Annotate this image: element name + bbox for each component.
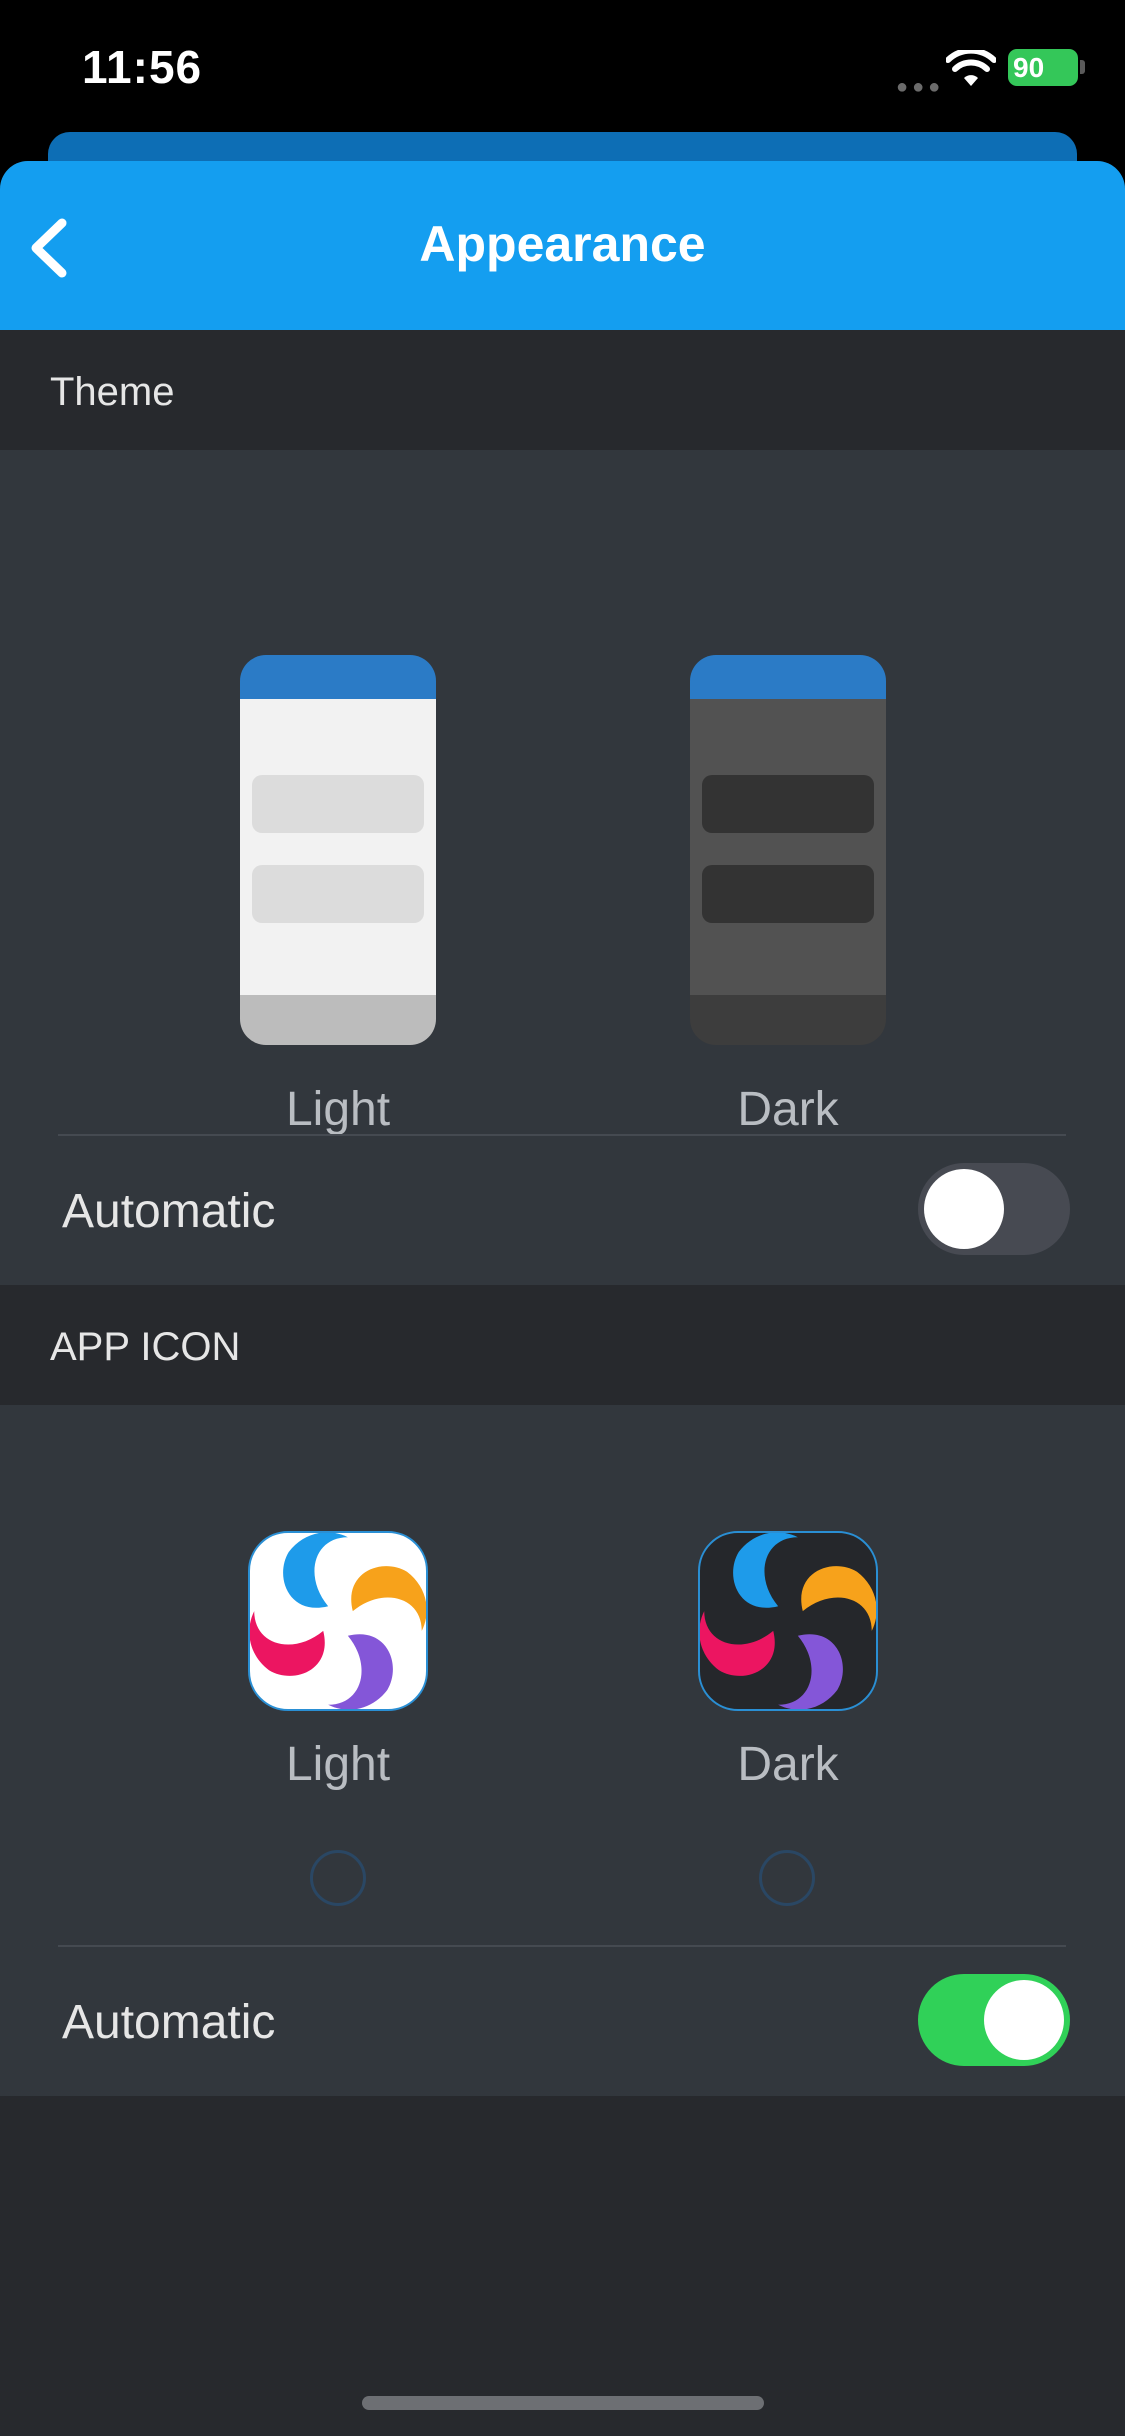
wifi-icon [946,50,996,86]
icon-automatic-label: Automatic [62,1996,276,2049]
preview-card [252,865,424,923]
icon-automatic-toggle[interactable] [918,1974,1070,2066]
preview-card [702,865,874,923]
preview-body [240,699,436,995]
home-indicator[interactable] [362,2396,764,2410]
nav-bar: Appearance [0,161,1125,330]
toggle-knob [984,1980,1064,2060]
preview-header [240,655,436,699]
app-logo-icon [250,1533,426,1709]
page-title: Appearance [419,216,706,272]
light-icon-radio[interactable] [310,1850,366,1906]
theme-section-title: Theme [50,370,175,414]
appearance-sheet: Appearance Theme Light Dark Automatic AP… [0,161,1125,2436]
dark-icon-radio[interactable] [759,1850,815,1906]
theme-automatic-toggle[interactable] [918,1163,1070,1255]
preview-header [690,655,886,699]
app-icon-section-title: APP ICON [50,1325,241,1369]
preview-footer [240,995,436,1045]
light-app-icon[interactable] [248,1531,428,1711]
preview-body [690,699,886,995]
dark-theme-label: Dark [737,1083,839,1136]
theme-automatic-row: Automatic [0,1134,1125,1285]
preview-card [702,775,874,833]
battery-level: 90 [1013,52,1045,83]
divider [58,1945,1066,1947]
status-time: 11:56 [82,41,203,93]
battery-icon: 90 [1008,49,1078,86]
screen: 11:56 ●●● 90 Appearance Theme Light Dark… [0,0,1125,2436]
divider [58,1134,1066,1136]
light-theme-label: Light [285,1083,391,1136]
dark-icon-label: Dark [737,1738,839,1791]
theme-automatic-label: Automatic [62,1185,276,1238]
theme-section-header: Theme [0,330,1125,450]
cellular-signal-icon: ●●● [896,76,945,98]
dark-theme-preview[interactable] [690,655,886,1045]
light-theme-preview[interactable] [240,655,436,1045]
light-icon-label: Light [285,1738,391,1791]
app-logo-icon [700,1533,876,1709]
app-icon-section-header: APP ICON [0,1285,1125,1405]
preview-card [252,775,424,833]
status-bar: 11:56 ●●● 90 [0,0,1125,135]
app-icon-section: Light Dark Automatic [0,1405,1125,2096]
battery-cap [1080,60,1085,74]
dark-app-icon[interactable] [698,1531,878,1711]
toggle-knob [924,1169,1004,1249]
preview-footer [690,995,886,1045]
